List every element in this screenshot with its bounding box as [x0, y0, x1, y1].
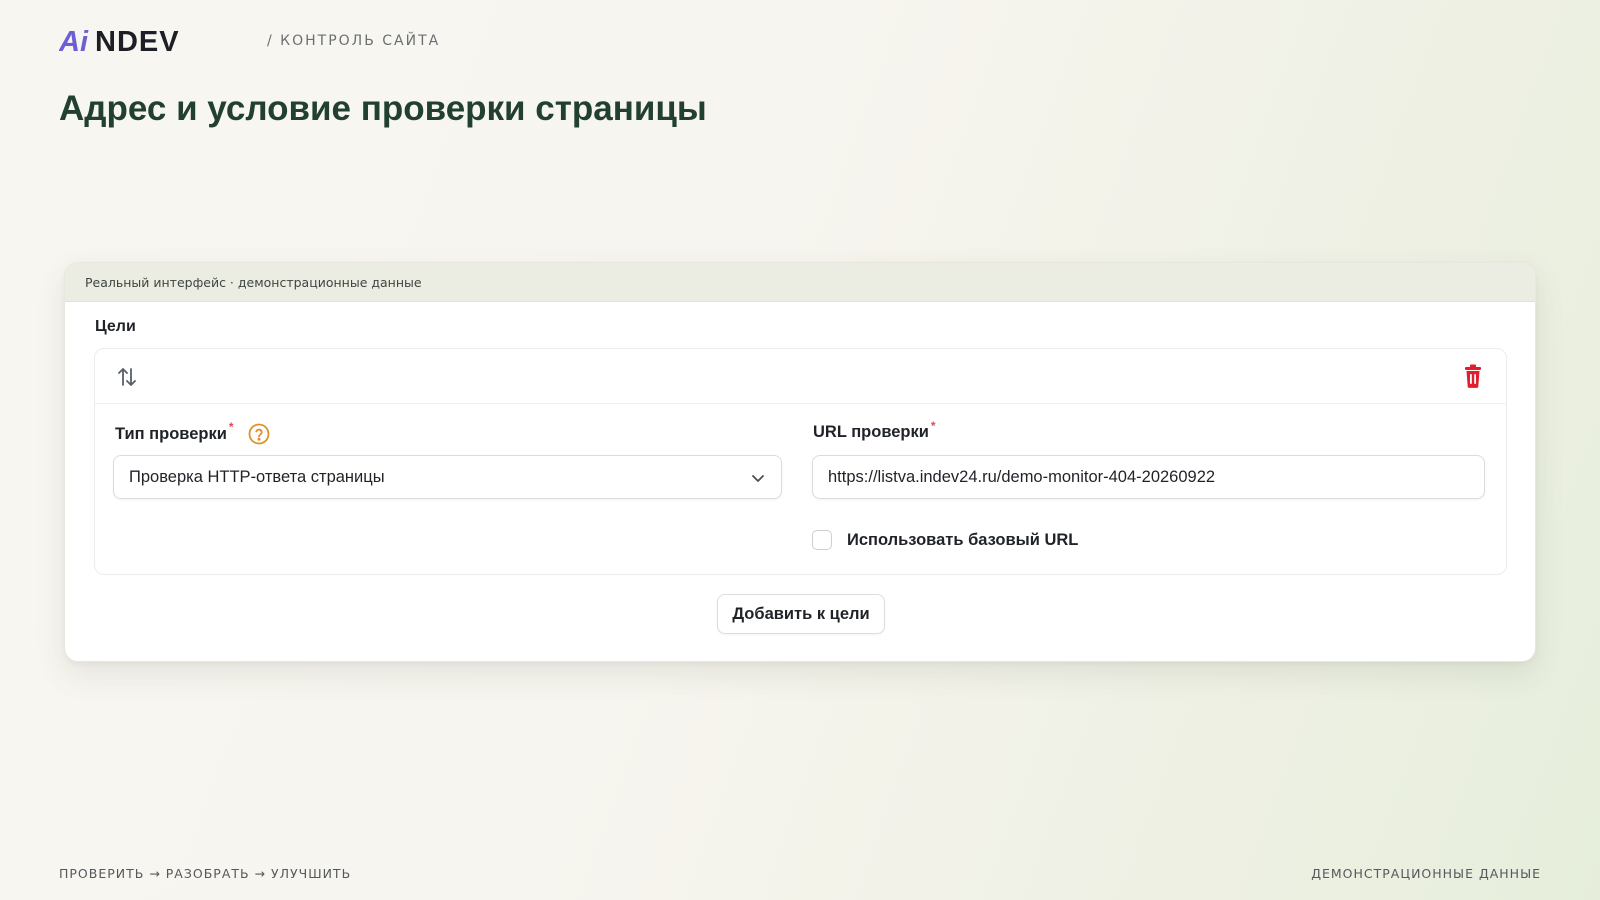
use-base-url-label[interactable]: Использовать базовый URL	[847, 531, 1078, 550]
sort-arrows-icon[interactable]	[115, 365, 139, 389]
required-mark: *	[930, 418, 936, 433]
check-type-value: Проверка HTTP-ответа страницы	[129, 467, 385, 486]
check-type-label: Тип проверки *	[115, 420, 270, 445]
breadcrumb: / КОНТРОЛЬ САЙТА	[267, 33, 441, 49]
check-type-label-text: Тип проверки	[115, 424, 227, 443]
required-mark: *	[228, 420, 234, 434]
page-title: Адрес и условие проверки страницы	[59, 89, 707, 128]
check-url-label: URL проверки *	[813, 419, 936, 442]
goals-card: Реальный интерфейс · демонстрационные да…	[64, 262, 1536, 662]
card-header-note: Реальный интерфейс · демонстрационные да…	[65, 263, 1535, 302]
check-url-input[interactable]: https://listva.indev24.ru/demo-monitor-4…	[812, 455, 1485, 499]
goals-section-label: Цели	[95, 318, 136, 335]
logo-text-ai: Ai	[59, 27, 89, 55]
goal-item: Тип проверки * Проверка HTTP-ответа стра…	[94, 348, 1507, 575]
footer-demo-note: ДЕМОНСТРАЦИОННЫЕ ДАННЫЕ	[1311, 866, 1541, 881]
check-url-label-text: URL проверки	[813, 423, 929, 441]
logo-text-ndev: NDEV	[95, 27, 180, 55]
question-circle-icon[interactable]	[248, 423, 270, 445]
goal-toolbar	[95, 349, 1506, 404]
use-base-url-checkbox[interactable]	[812, 530, 832, 550]
chevron-down-icon	[752, 475, 764, 482]
check-url-value: https://listva.indev24.ru/demo-monitor-4…	[828, 467, 1216, 486]
check-type-select[interactable]: Проверка HTTP-ответа страницы	[113, 455, 782, 499]
add-to-goal-button[interactable]: Добавить к цели	[717, 594, 885, 634]
aindev-logo: Ai NDEV	[59, 27, 180, 55]
footer-steps: ПРОВЕРИТЬ → РАЗОБРАТЬ → УЛУЧШИТЬ	[59, 866, 352, 881]
trash-icon[interactable]	[1462, 364, 1484, 388]
